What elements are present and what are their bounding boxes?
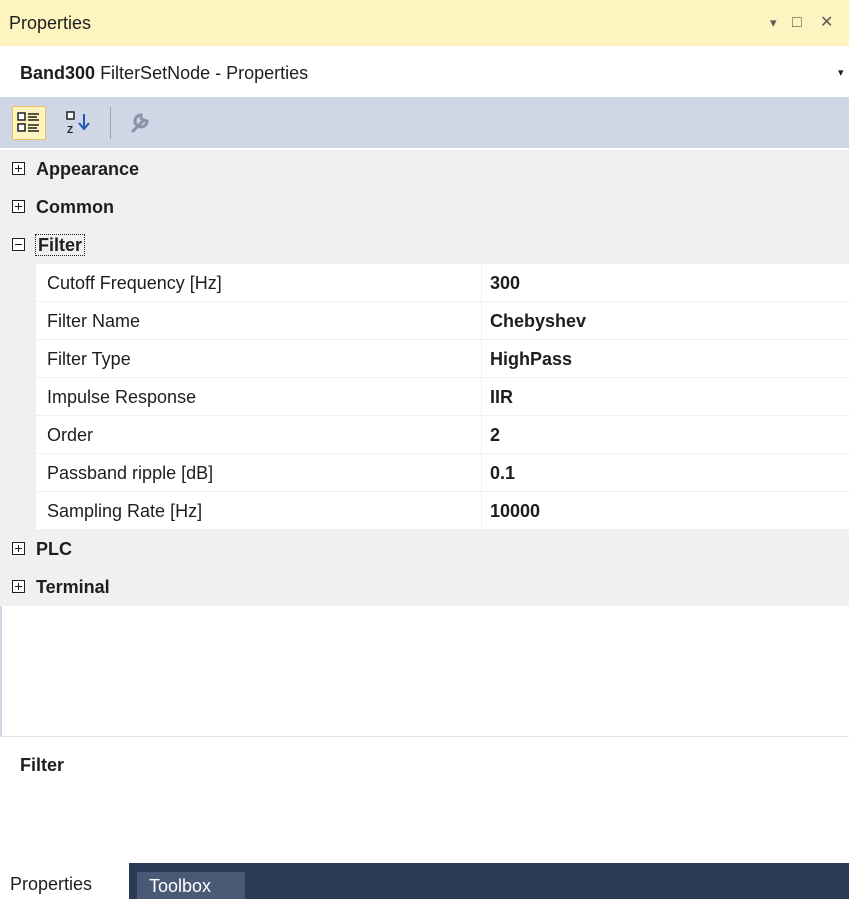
property-pages-button[interactable] [124,106,158,140]
property-row[interactable]: Impulse Response IIR [0,378,849,416]
property-value[interactable]: 2 [490,416,500,454]
expand-icon[interactable] [12,542,25,555]
property-row[interactable]: Cutoff Frequency [Hz] 300 [0,264,849,302]
column-divider [481,492,482,530]
property-name: Passband ripple [dB] [47,463,214,483]
property-name: Filter Name [47,311,141,331]
category-label: Terminal [36,577,110,597]
alphabetical-button[interactable]: Z [62,106,96,140]
column-divider [481,416,482,454]
category-label: PLC [36,539,72,559]
property-name: Filter Type [47,349,131,369]
category-label: Common [36,197,114,217]
row-gutter [0,302,36,340]
column-divider [481,454,482,492]
column-divider [481,302,482,340]
row-gutter [0,454,36,492]
window-title-bar: Properties ▾ □ ✕ [0,0,849,46]
bottom-tab-bar: Properties Toolbox [0,863,849,899]
property-row[interactable]: Sampling Rate [Hz] 10000 [0,492,849,530]
property-row[interactable]: Passband ripple [dB] 0.1 [0,454,849,492]
expand-icon[interactable] [12,162,25,175]
tab-properties[interactable]: Properties [0,863,129,899]
property-grid: Appearance Common Filter Cutoff Frequenc… [0,150,849,606]
category-label: Appearance [36,159,140,179]
property-toolbar: Z [0,97,849,148]
column-divider [481,378,482,416]
expand-icon[interactable] [12,200,25,213]
object-selector[interactable]: Band300 FilterSetNode - Properties ▾ [0,46,849,97]
category-common[interactable]: Common [0,188,849,226]
row-gutter [0,416,36,454]
description-title: Filter [20,755,65,775]
object-label: Band300 FilterSetNode - Properties [20,46,308,101]
category-plc[interactable]: PLC [0,530,849,568]
property-row[interactable]: Filter Type HighPass [0,340,849,378]
window-position-dropdown-icon[interactable]: ▾ [770,0,777,46]
expand-icon[interactable] [12,580,25,593]
column-divider [481,340,482,378]
close-icon[interactable]: ✕ [820,0,833,46]
property-value[interactable]: 300 [490,264,520,302]
categorized-button[interactable] [12,106,46,140]
column-divider [481,264,482,302]
categorized-icon [17,112,39,132]
property-row[interactable]: Filter Name Chebyshev [0,302,849,340]
property-row[interactable]: Order 2 [0,416,849,454]
maximize-icon[interactable]: □ [792,0,802,46]
category-appearance[interactable]: Appearance [0,150,849,188]
tab-toolbox[interactable]: Toolbox [137,872,245,899]
object-type: FilterSetNode - Properties [100,63,309,83]
category-filter[interactable]: Filter [0,226,849,264]
description-pane: Filter [0,737,849,863]
property-name: Cutoff Frequency [Hz] [47,273,222,293]
window-title: Properties [9,13,92,33]
property-value[interactable]: 10000 [490,492,540,530]
svg-text:Z: Z [67,125,73,136]
object-selector-chevron-down-icon[interactable]: ▾ [838,46,844,101]
category-label: Filter [35,234,86,256]
collapse-icon[interactable] [12,238,25,251]
property-name: Impulse Response [47,387,197,407]
property-value[interactable]: 0.1 [490,454,515,492]
property-value[interactable]: IIR [490,378,513,416]
property-value[interactable]: HighPass [490,340,572,378]
row-gutter [0,264,36,302]
row-gutter [0,378,36,416]
row-gutter [0,340,36,378]
property-name: Order [47,425,94,445]
property-name: Sampling Rate [Hz] [47,501,203,521]
property-value[interactable]: Chebyshev [490,302,586,340]
category-terminal[interactable]: Terminal [0,568,849,606]
object-name: Band300 [20,63,96,83]
toolbar-separator [110,107,111,139]
sort-az-icon: Z [66,111,90,136]
row-gutter [0,492,36,530]
wrench-icon [131,113,149,133]
